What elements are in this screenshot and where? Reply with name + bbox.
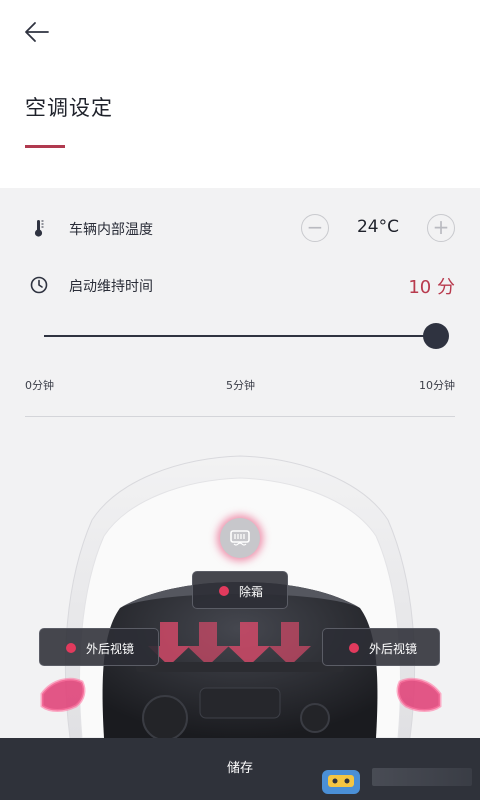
header: 空调设定 <box>0 0 480 188</box>
temperature-value: 24°C <box>356 217 399 237</box>
save-button[interactable]: 储存 <box>200 756 280 782</box>
temperature-row: 车辆内部温度 − 24°C + <box>0 208 480 248</box>
right-mirror-highlight <box>396 677 442 712</box>
left-mirror-active-dot <box>66 643 76 653</box>
duration-value: 10 分 <box>408 277 455 298</box>
divider <box>25 416 455 417</box>
slider-mid-label: 5分钟 <box>226 379 255 392</box>
defrost-active-dot <box>219 586 229 596</box>
right-mirror-chip[interactable]: 外后视镜 <box>322 628 440 666</box>
bottom-bar: 储存 <box>0 738 480 800</box>
rear-defrost-icon <box>230 530 250 546</box>
back-button[interactable] <box>22 18 52 46</box>
defrost-label: 除霜 <box>239 585 264 599</box>
temperature-decrease-button[interactable]: − <box>301 214 329 242</box>
duration-row: 启动维持时间 10 分 <box>0 265 480 305</box>
duration-label: 启动维持时间 <box>69 279 153 295</box>
left-mirror-chip[interactable]: 外后视镜 <box>39 628 159 666</box>
temperature-increase-button[interactable]: + <box>427 214 455 242</box>
left-mirror-label: 外后视镜 <box>86 642 135 656</box>
defrost-chip[interactable]: 除霜 <box>192 571 288 609</box>
title-underline <box>25 145 65 148</box>
slider-max-label: 10分钟 <box>419 379 455 392</box>
duration-slider-thumb[interactable] <box>423 323 449 349</box>
watermark-text <box>372 768 472 786</box>
temperature-label: 车辆内部温度 <box>69 222 153 238</box>
right-mirror-active-dot <box>349 643 359 653</box>
arrow-left-icon <box>25 22 49 42</box>
clock-icon <box>30 276 48 294</box>
duration-slider-track[interactable] <box>44 335 436 337</box>
slider-min-label: 0分钟 <box>25 379 54 392</box>
left-mirror-highlight <box>40 677 86 712</box>
page-title: 空调设定 <box>25 96 113 120</box>
rear-defrost-toggle[interactable] <box>220 518 260 558</box>
robot-logo <box>322 770 360 794</box>
right-mirror-label: 外后视镜 <box>369 642 418 656</box>
thermometer-icon <box>34 220 44 237</box>
